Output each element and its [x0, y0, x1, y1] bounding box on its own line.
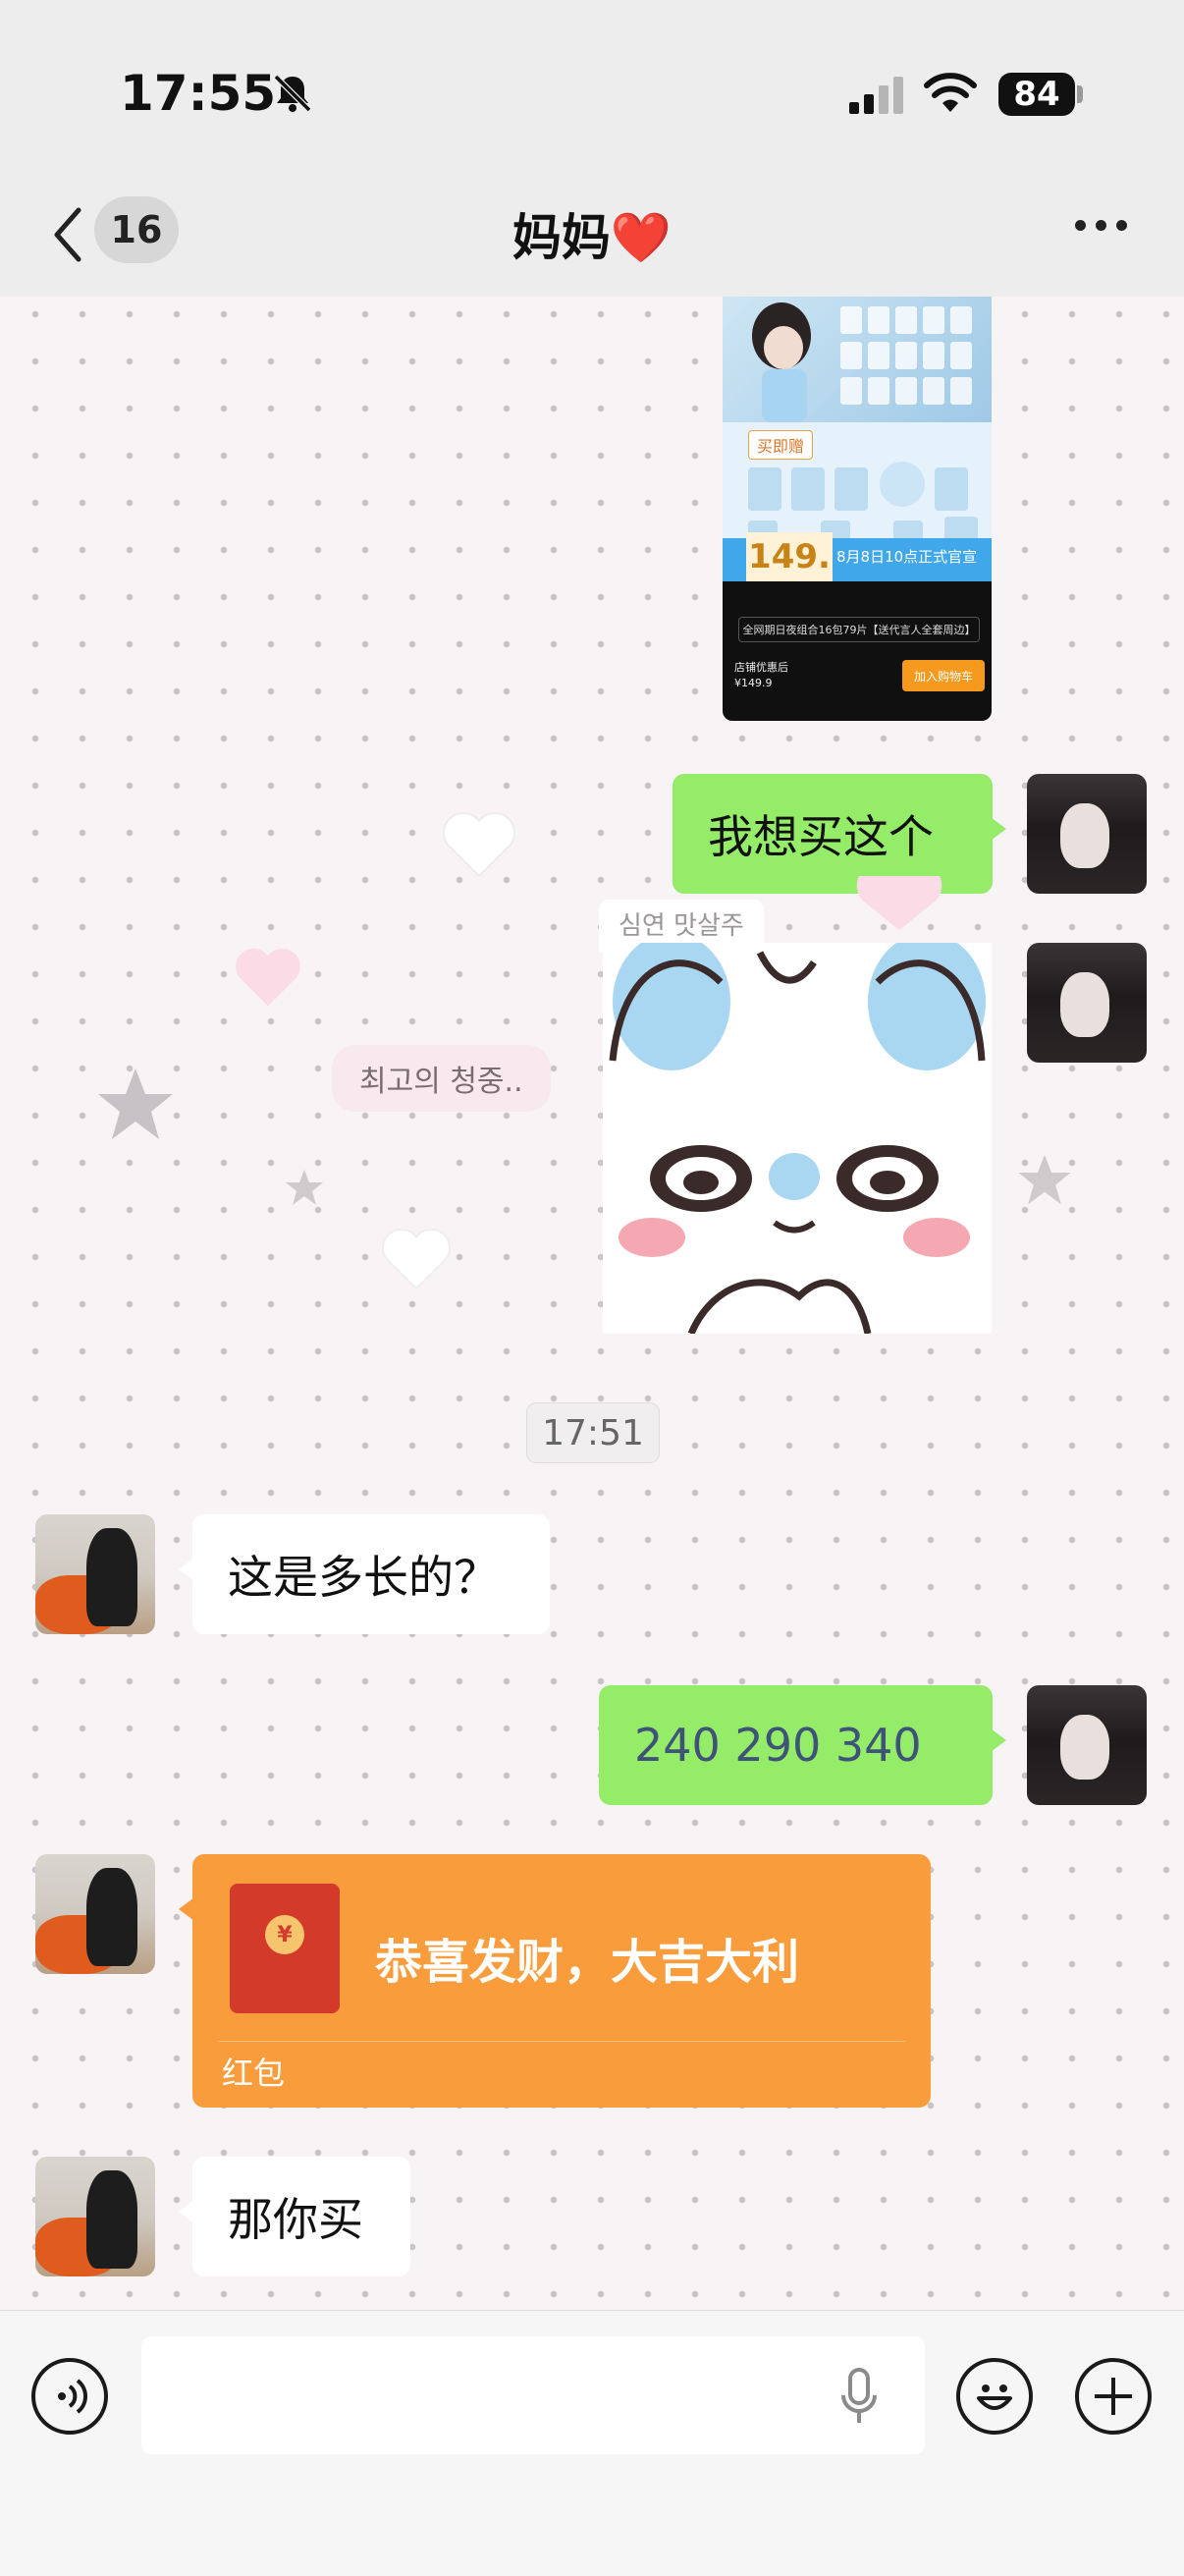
battery-level: 84: [1013, 75, 1060, 114]
chat-messages[interactable]: 买即赠 149. 8月8日10点正式官宣 全网期日夜组合16包79片【送代言人全…: [0, 297, 1184, 2310]
product-price: 149.: [746, 532, 833, 581]
coin-icon: ¥: [265, 1915, 304, 1954]
message-text: 240 290 340: [634, 1719, 922, 1772]
my-avatar[interactable]: [1027, 1685, 1147, 1805]
sticker-text-tag: 최고의 청중..: [332, 1045, 551, 1112]
received-message-bubble[interactable]: 这是多长的？: [179, 1514, 550, 1634]
bunny-sticker-message[interactable]: [603, 943, 992, 1334]
received-message-bubble[interactable]: 那你买: [179, 2157, 410, 2276]
sent-message-bubble[interactable]: 240 290 340: [599, 1685, 1006, 1805]
plus-icon[interactable]: [1075, 2358, 1152, 2435]
heart-icon: [443, 812, 515, 878]
star-icon: [98, 1069, 173, 1139]
product-date: 8月8日10点正式官宣: [836, 548, 978, 566]
wifi-icon: [924, 73, 977, 112]
store-text: 店铺优惠后: [734, 661, 788, 674]
microphone-icon[interactable]: [839, 2368, 879, 2427]
heart-icon: [236, 948, 300, 1007]
red-packet-icon: ¥: [230, 1884, 340, 2013]
gift-tag: 买即赠: [748, 430, 814, 460]
mom-avatar[interactable]: [35, 2157, 155, 2276]
mom-avatar[interactable]: [35, 1514, 155, 1634]
star-icon: [1018, 1154, 1071, 1205]
red-packet-message[interactable]: ¥ 恭喜发财，大吉大利 红包: [179, 1854, 931, 2108]
message-text: 这是多长的？: [228, 1551, 499, 1604]
red-packet-title: 恭喜发财，大吉大利: [375, 1935, 800, 1990]
more-horizontal-icon[interactable]: [1075, 220, 1127, 231]
mom-avatar[interactable]: [35, 1854, 155, 1974]
status-time: 17:55: [120, 65, 277, 122]
bell-muted-icon: [273, 74, 312, 113]
status-bar: 17:55 84: [0, 0, 1184, 177]
message-timestamp: 17:51: [526, 1402, 660, 1463]
heart-icon: [382, 1228, 451, 1290]
cellular-signal-icon: [849, 77, 903, 114]
voice-icon[interactable]: [31, 2358, 108, 2435]
heart-icon: [856, 876, 942, 931]
add-to-cart-button: 加入购物车: [902, 660, 985, 691]
store-price: ¥149.9: [734, 677, 773, 689]
product-banner: [723, 297, 992, 422]
emoji-icon[interactable]: [956, 2358, 1033, 2435]
message-text: 我想买这个: [708, 810, 934, 863]
battery-tip: [1077, 85, 1083, 103]
battery-icon: 84: [998, 73, 1075, 116]
input-bar: [0, 2310, 1184, 2576]
message-text: 那你买: [228, 2193, 363, 2246]
message-input[interactable]: [141, 2336, 925, 2454]
my-avatar[interactable]: [1027, 774, 1147, 894]
product-store-price: 店铺优惠后 ¥149.9: [734, 660, 788, 691]
chat-title: 妈妈❤️: [511, 209, 673, 266]
product-image-message[interactable]: 买即赠 149. 8月8日10点正式官宣 全网期日夜组合16包79片【送代言人全…: [723, 297, 992, 721]
my-avatar[interactable]: [1027, 943, 1147, 1063]
red-packet-label: 红包: [222, 2055, 286, 2092]
product-promo-line: 全网期日夜组合16包79片【送代言人全套周边】: [738, 617, 980, 642]
star-icon: [286, 1170, 323, 1205]
red-packet-divider: [218, 2041, 905, 2042]
